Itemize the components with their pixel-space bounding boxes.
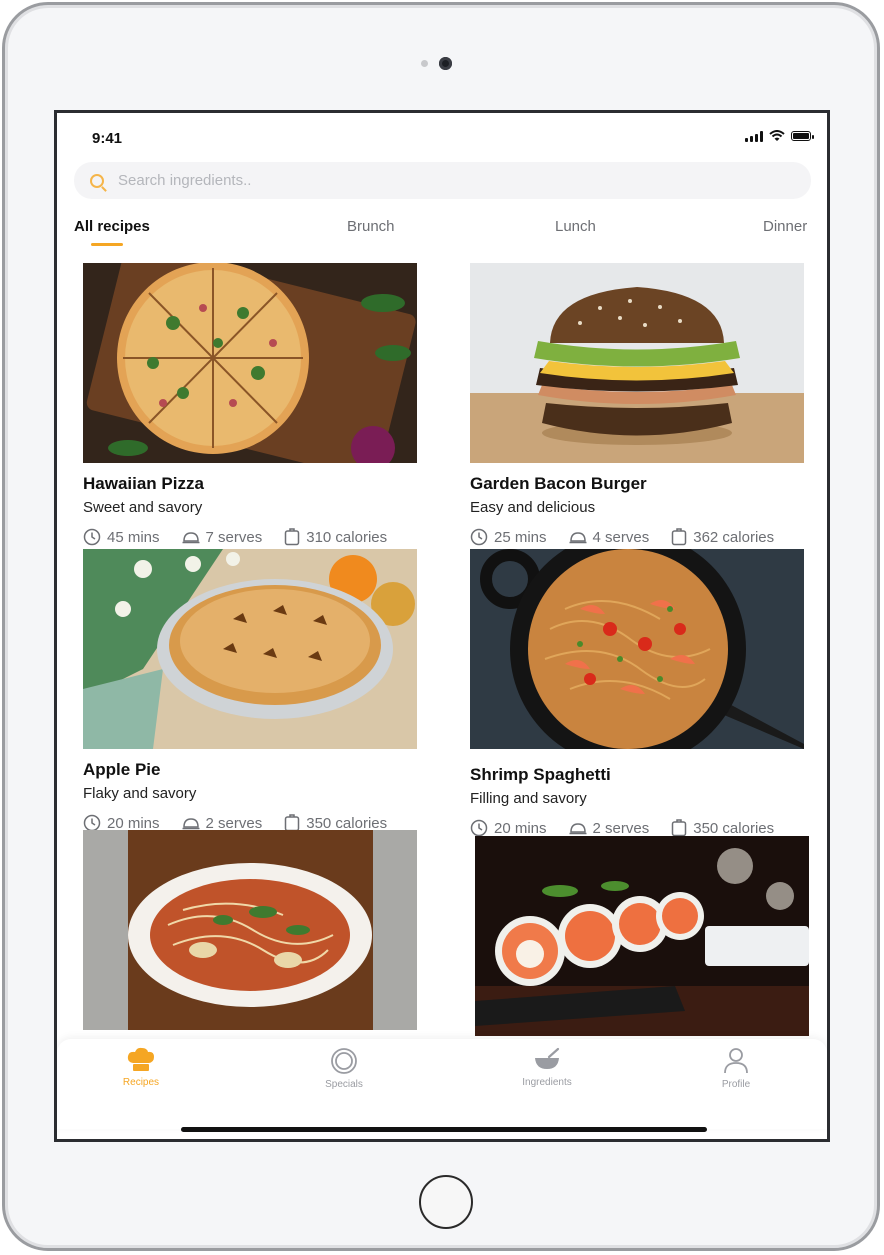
nav-ingredients-label: Ingredients — [522, 1077, 572, 1088]
search-icon — [90, 173, 104, 188]
serves: 2 serves — [182, 814, 263, 832]
serves-label: 2 serves — [592, 819, 650, 837]
cloche-icon — [182, 532, 200, 544]
serves: 7 serves — [182, 528, 263, 546]
recipe-meta: 25 mins 4 serves 362 calories — [470, 528, 804, 546]
cloche-icon — [569, 532, 587, 544]
cook-time-label: 45 mins — [107, 528, 160, 546]
tab-brunch[interactable]: Brunch — [347, 218, 395, 235]
cloche-icon — [182, 818, 200, 830]
front-camera — [439, 57, 452, 70]
recipe-subtitle: Sweet and savory — [83, 499, 203, 516]
recipe-meta: 45 mins 7 serves 310 calories — [83, 528, 417, 546]
recipe-meta: 20 mins 2 serves 350 calories — [470, 819, 804, 837]
battery-icon — [791, 131, 814, 141]
calories: 350 calories — [671, 819, 774, 837]
calorie-box-icon — [671, 819, 687, 837]
home-indicator[interactable] — [181, 1127, 707, 1132]
recipe-subtitle: Flaky and savory — [83, 785, 197, 802]
tab-lunch[interactable]: Lunch — [555, 218, 596, 235]
shrimp-spaghetti-photo — [470, 549, 804, 749]
clock-icon — [470, 528, 488, 546]
calorie-box-icon — [671, 528, 687, 546]
app-screen: 9:41 All recipes Brunch Lunch Dinner — [54, 110, 830, 1142]
recipe-card[interactable] — [475, 836, 809, 1036]
category-tabs: All recipes Brunch Lunch Dinner — [74, 218, 811, 248]
cook-time-label: 20 mins — [107, 814, 160, 832]
calories: 310 calories — [284, 528, 387, 546]
cook-time-label: 25 mins — [494, 528, 547, 546]
nav-recipes[interactable]: Recipes — [91, 1047, 191, 1088]
cloche-icon — [569, 823, 587, 835]
serves-label: 4 serves — [592, 528, 650, 546]
bowl-icon — [535, 1047, 560, 1069]
recipe-title: Hawaiian Pizza — [83, 474, 204, 493]
recipe-card[interactable]: Apple Pie Flaky and savory 20 mins 2 ser… — [83, 549, 417, 832]
calories-label: 350 calories — [306, 814, 388, 832]
chef-hat-icon — [127, 1047, 154, 1071]
status-icons — [745, 130, 814, 142]
camera-sensor — [421, 60, 428, 67]
recipe-subtitle: Easy and delicious — [470, 499, 596, 516]
tab-all-recipes[interactable]: All recipes — [74, 218, 150, 246]
calories-label: 310 calories — [306, 528, 388, 546]
recipe-card[interactable]: Hawaiian Pizza Sweet and savory 45 mins … — [83, 263, 417, 546]
recipe-title: Apple Pie — [83, 760, 161, 779]
apple-pie-photo — [83, 549, 417, 749]
nav-specials-label: Specials — [325, 1079, 363, 1090]
recipe-card[interactable] — [83, 830, 417, 1030]
user-icon — [724, 1048, 748, 1074]
cook-time: 25 mins — [470, 528, 547, 546]
calories-label: 362 calories — [693, 528, 775, 546]
recipe-title: Shrimp Spaghetti — [470, 765, 611, 784]
tab-dinner[interactable]: Dinner — [763, 218, 807, 235]
pizza-photo — [83, 263, 417, 463]
serves-label: 2 serves — [205, 814, 263, 832]
search-input[interactable] — [116, 171, 720, 190]
calories: 362 calories — [671, 528, 774, 546]
serves: 4 serves — [569, 528, 650, 546]
nav-recipes-label: Recipes — [122, 1077, 160, 1088]
cook-time-label: 20 mins — [494, 819, 547, 837]
bottom-navigation: Recipes Specials Ingredients Profile — [57, 1039, 827, 1129]
serves: 2 serves — [569, 819, 650, 837]
clock-icon — [83, 528, 101, 546]
cook-time: 45 mins — [83, 528, 160, 546]
recipe-subtitle: Filling and savory — [470, 790, 587, 807]
recipe-card[interactable]: Shrimp Spaghetti Filling and savory 20 m… — [470, 549, 804, 837]
noodle-soup-photo — [83, 830, 417, 1030]
nav-profile-label: Profile — [721, 1079, 751, 1090]
cook-time: 20 mins — [470, 819, 547, 837]
serves-label: 7 serves — [205, 528, 263, 546]
wifi-icon — [769, 130, 785, 141]
status-time: 9:41 — [92, 130, 123, 147]
sushi-photo — [475, 836, 809, 1036]
recipe-title: Garden Bacon Burger — [470, 474, 647, 493]
calorie-box-icon — [284, 528, 300, 546]
clock-icon — [470, 819, 488, 837]
recipe-card[interactable]: Garden Bacon Burger Easy and delicious 2… — [470, 263, 804, 546]
burger-photo — [470, 263, 804, 463]
nav-specials[interactable]: Specials — [294, 1047, 394, 1090]
home-button[interactable] — [419, 1175, 473, 1229]
nav-profile[interactable]: Profile — [686, 1047, 786, 1090]
search-bar[interactable] — [74, 162, 811, 199]
plate-icon — [331, 1048, 357, 1074]
calories-label: 350 calories — [693, 819, 775, 837]
nav-ingredients[interactable]: Ingredients — [497, 1047, 597, 1088]
cellular-signal-icon — [745, 130, 763, 142]
